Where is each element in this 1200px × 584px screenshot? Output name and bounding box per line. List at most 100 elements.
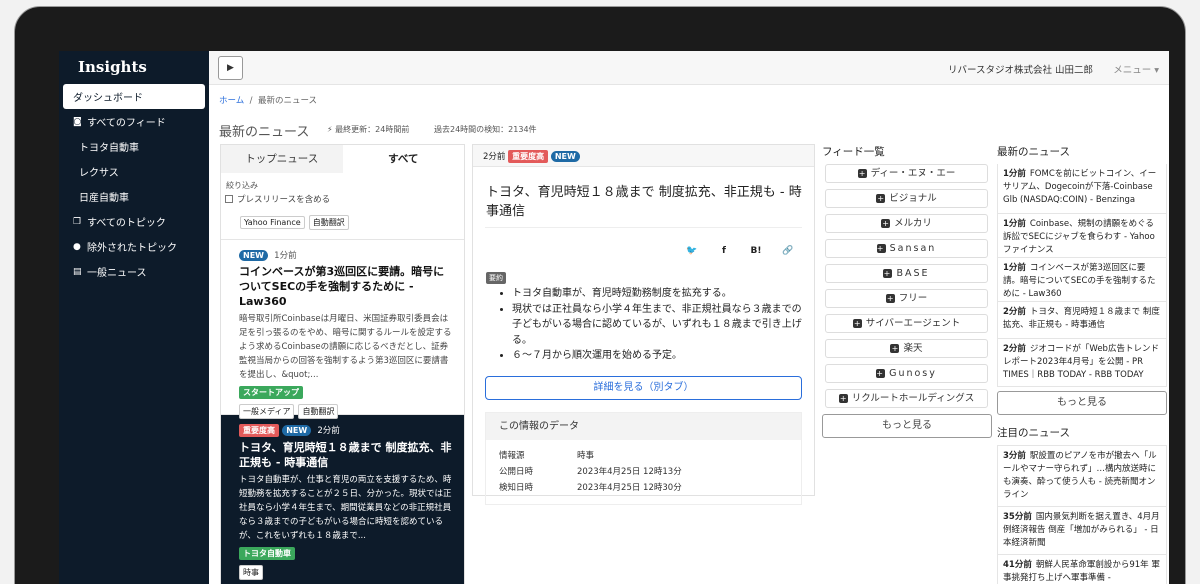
summary-list: トヨタ自動車が、育児時短勤務制度を拡充する。 現状では正社員なら小学４年生まで、… <box>512 286 802 364</box>
category-badge[interactable]: スタートアップ <box>239 386 303 399</box>
summary-item: ６～７月から順次運用を始める予定。 <box>512 348 802 364</box>
list-tabs: トップニュース すべて <box>221 145 464 173</box>
tab-all[interactable]: すべて <box>342 145 464 173</box>
feed-button[interactable]: + Sansan <box>825 239 988 258</box>
sidebar-item-all-topics[interactable]: ❐ すべてのトピック <box>59 209 209 234</box>
sidebar-item-label: すべてのトピック <box>87 218 166 229</box>
latest-news-title: 最新のニュース <box>997 146 1070 158</box>
source-tag[interactable]: 時事 <box>239 565 263 580</box>
news-time: 35分前 <box>1003 512 1032 522</box>
press-release-label: プレスリリースを含める <box>237 195 331 205</box>
featured-news-item[interactable]: 3分前 駅設置のピアノを市が撤去へ「ルールやマナー守られず」…構内放送時にも演奏、… <box>997 445 1167 507</box>
feed-button[interactable]: + ビジョナル <box>825 189 988 208</box>
new-badge: NEW <box>239 250 268 261</box>
translation-tag[interactable]: 自動翻訳 <box>298 404 339 419</box>
press-release-filter[interactable]: プレスリリースを含める <box>221 191 464 205</box>
item-title[interactable]: コインベースが第3巡回区に要請。暗号についてSECの手を強制するために - La… <box>239 264 452 309</box>
press-release-checkbox[interactable] <box>225 195 233 203</box>
data-value: 時事 <box>577 450 595 461</box>
translation-tag[interactable]: 自動翻訳 <box>308 215 349 230</box>
sidebar-item-nissan[interactable]: 日産自動車 <box>59 184 209 209</box>
feed-label: Sansan <box>889 243 937 254</box>
sidebar-toggle-button[interactable]: ▶ <box>218 56 243 80</box>
news-item[interactable]: 1分前 FOMCを前にビットコイン、イーサリアム、Dogecoinが下落-Coin… <box>997 164 1167 214</box>
featured-news-item[interactable]: 41分前 朝鮮人民革命軍創設から91年 軍事挑発打ち上げへ軍事準備 - <box>997 555 1167 584</box>
sidebar: Insights ダッシュボード ◙ すべてのフィード トヨタ自動車 レクサス … <box>59 51 209 584</box>
news-time: 3分前 <box>1003 451 1026 461</box>
item-time: 1分前 <box>274 251 297 261</box>
info-data-box: この情報のデータ 情報源 時事 公開日時 2023年4月25日 12時13分 検… <box>485 411 802 505</box>
list-item-tags: Yahoo Finance 自動翻訳 <box>221 205 464 240</box>
sidebar-item-dashboard[interactable]: ダッシュボード <box>63 84 205 109</box>
user-name: リバースタジオ株式会社 山田二郎 <box>947 65 1093 76</box>
feed-button[interactable]: + ディー・エヌ・エー <box>825 164 988 183</box>
breadcrumb-current: 最新のニュース <box>257 96 318 106</box>
summary-item: トヨタ自動車が、育児時短勤務制度を拡充する。 <box>512 286 802 302</box>
news-item[interactable]: 2分前 ジオコードが「Web広告トレンドレポート2023年4月号」を公開 - PR… <box>997 339 1167 387</box>
data-key: 検知日時 <box>499 482 534 493</box>
news-item[interactable]: 1分前 コインベースが第3巡回区に要請。暗号についてSECの手を強制するために -… <box>997 258 1167 302</box>
sidebar-item-label: すべてのフィード <box>87 118 166 129</box>
feed-button[interactable]: + サイバーエージェント <box>825 314 988 333</box>
feed-button[interactable]: + リクルートホールディングス <box>825 389 988 408</box>
plus-icon: + <box>890 344 900 353</box>
featured-news-item[interactable]: 35分前 国内景気判断を据え置き、4月月例経済報告 倒産「増加がみられる」 - 日… <box>997 507 1167 555</box>
feed-label: フリー <box>898 293 928 304</box>
feed-button[interactable]: + メルカリ <box>825 214 988 233</box>
featured-news-title: 注目のニュース <box>997 427 1070 439</box>
news-time: 1分前 <box>1003 169 1026 179</box>
news-text: ジオコードが「Web広告トレンドレポート2023年4月号」を公開 - PR TI… <box>1003 344 1159 380</box>
brand-logo[interactable]: Insights <box>59 51 209 83</box>
news-time: 2分前 <box>1003 344 1026 354</box>
share-buttons: 🐦 f B! 🔗 <box>473 228 814 262</box>
last-update-text: ⚡ 最終更新：24時間前 <box>327 125 410 134</box>
list-item[interactable]: NEW 1分前 コインベースが第3巡回区に要請。暗号についてSECの手を強制する… <box>221 240 464 419</box>
tab-top-news[interactable]: トップニュース <box>221 145 343 173</box>
feeds-more-button[interactable]: もっと見る <box>822 414 992 438</box>
source-tag[interactable]: Yahoo Finance <box>240 216 305 229</box>
news-item[interactable]: 1分前 Coinbase、規制の請願をめぐる訴訟でSECにジャブを食らわす - Y… <box>997 214 1167 258</box>
source-tag[interactable]: 一般メディア <box>239 404 295 419</box>
hatena-bookmark-icon[interactable]: B! <box>744 240 768 262</box>
data-value: 2023年4月25日 12時13分 <box>577 466 682 477</box>
importance-badge: 重要度高 <box>508 150 549 163</box>
feed-button[interactable]: + 楽天 <box>825 339 988 358</box>
news-time: 1分前 <box>1003 219 1026 229</box>
item-body: 暗号取引所Coinbaseは月曜日、米国証券取引委員会は足を引っ張るのをやめ、暗… <box>239 314 452 380</box>
breadcrumb-home-link[interactable]: ホーム <box>219 96 244 106</box>
plus-icon: + <box>857 169 867 178</box>
feed-label: ビジョナル <box>889 193 937 204</box>
list-item-selected[interactable]: 重要度高 NEW 2分前 トヨタ、育児時短１８歳まで 制度拡充、非正規も - 時… <box>221 415 464 584</box>
sidebar-item-toyota[interactable]: トヨタ自動車 <box>59 134 209 159</box>
data-value: 2023年4月25日 12時30分 <box>577 482 682 493</box>
feed-button[interactable]: + BASE <box>825 264 988 283</box>
breadcrumb-separator: / <box>249 96 253 106</box>
view-details-button[interactable]: 詳細を見る（別タブ） <box>485 375 802 400</box>
summary-item: 現状では正社員なら小学４年生まで、非正規社員なら３歳までの子どもがいる場合に認め… <box>512 302 802 349</box>
data-row-detected: 検知日時 2023年4月25日 12時30分 <box>486 480 801 496</box>
link-icon[interactable]: 🔗 <box>776 240 800 262</box>
news-text: 駅設置のピアノを市が撤去へ「ルールやマナー守られず」…構内放送時にも演奏、酔って… <box>1003 451 1157 500</box>
rss-icon: ◙ <box>73 116 82 127</box>
category-badge[interactable]: トヨタ自動車 <box>239 547 295 560</box>
facebook-icon[interactable]: f <box>712 240 736 262</box>
sidebar-item-label: 一般ニュース <box>87 268 147 279</box>
feed-button[interactable]: + フリー <box>825 289 988 308</box>
feed-button[interactable]: + Gunosy <box>825 364 988 383</box>
plus-icon: + <box>883 269 893 278</box>
breadcrumb: ホーム / 最新のニュース <box>219 94 317 106</box>
news-more-button[interactable]: もっと見る <box>997 391 1167 415</box>
detail-header: 2分前 重要度高 NEW <box>473 145 814 167</box>
feed-label: サイバーエージェント <box>865 318 961 329</box>
info-data-title: この情報のデータ <box>486 412 801 440</box>
twitter-icon[interactable]: 🐦 <box>680 240 704 262</box>
news-text: トヨタ、育児時短１８歳まで 制度拡充、非正規も - 時事通信 <box>1003 307 1160 330</box>
sidebar-item-label: 日産自動車 <box>79 193 129 204</box>
menu-dropdown[interactable]: メニュー ▾ <box>1113 62 1159 76</box>
sidebar-item-general-news[interactable]: ▤ 一般ニュース <box>59 259 209 284</box>
sidebar-item-lexus[interactable]: レクサス <box>59 159 209 184</box>
sidebar-item-all-feeds[interactable]: ◙ すべてのフィード <box>59 109 209 134</box>
sidebar-item-excluded-topics[interactable]: ● 除外されたトピック <box>59 234 209 259</box>
news-item[interactable]: 2分前 トヨタ、育児時短１８歳まで 制度拡充、非正規も - 時事通信 <box>997 302 1167 339</box>
item-title[interactable]: トヨタ、育児時短１８歳まで 制度拡充、非正規も - 時事通信 <box>239 440 452 470</box>
